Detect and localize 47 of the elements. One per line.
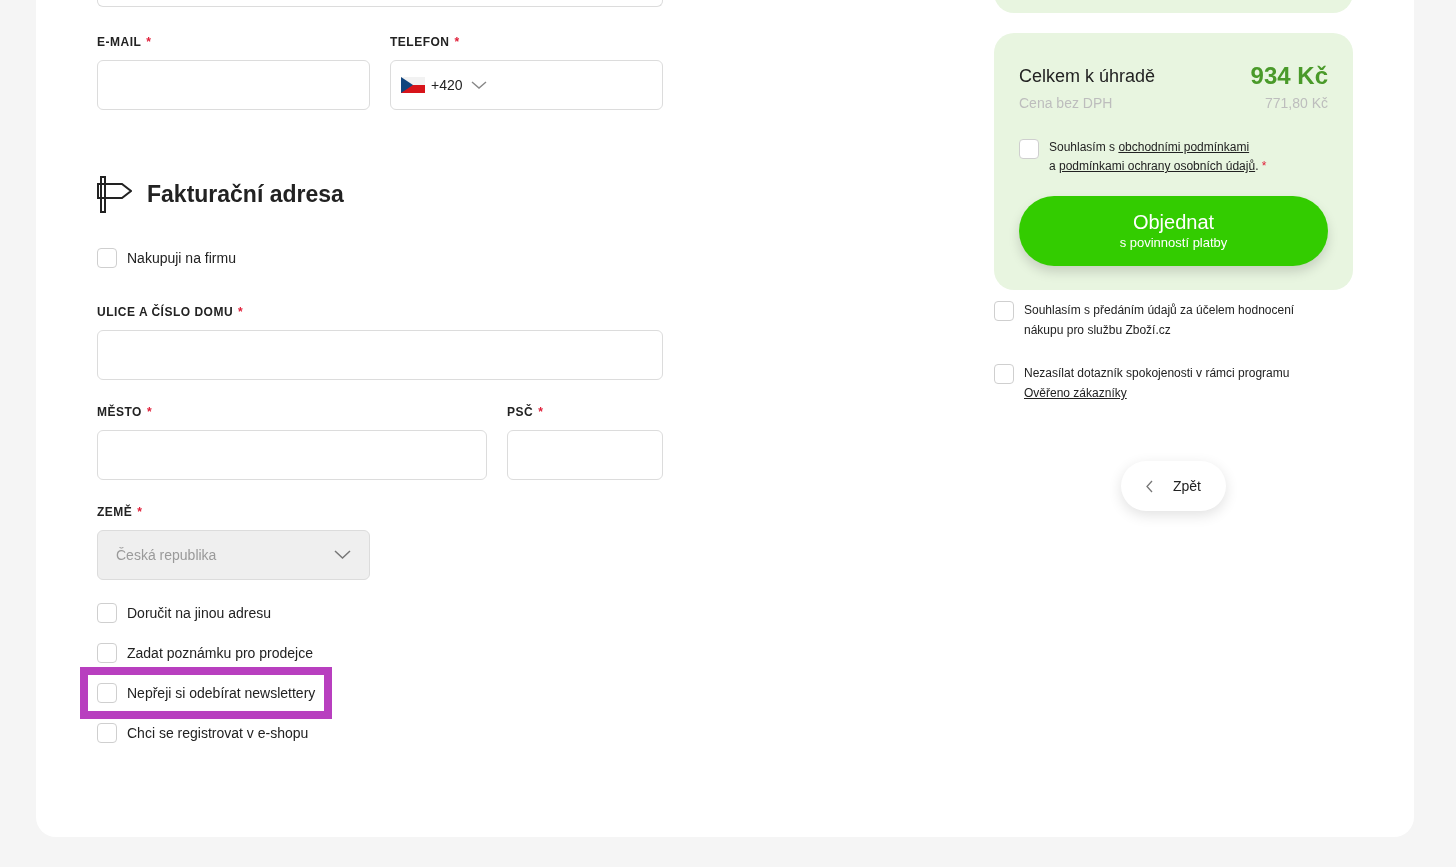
phone-prefix: +420 bbox=[431, 75, 463, 95]
input-field[interactable] bbox=[97, 430, 487, 480]
total-label: Celkem k úhradě bbox=[1019, 64, 1156, 88]
czech-flag-icon bbox=[401, 77, 425, 93]
net-price: 771,80 Kč bbox=[1264, 93, 1328, 113]
checkbox[interactable] bbox=[97, 603, 117, 623]
consent-text: Souhlasím s obchodními podmínkami a podmínkami ochrany osobních údajů. * bbox=[1049, 139, 1267, 175]
checkbox-label: Nepřeji si odebírat newslettery bbox=[127, 683, 316, 703]
checkbox-label: Zadat poznámku pro prodejce bbox=[127, 643, 313, 663]
field-label: ULICE A ČÍSLO DOMU bbox=[97, 303, 234, 321]
checkbox-label: Doručit na jinou adresu bbox=[127, 603, 271, 623]
required-mark: * bbox=[146, 34, 151, 51]
back-button[interactable]: Zpět bbox=[1121, 461, 1226, 511]
total-price: 934 Kč bbox=[1250, 61, 1328, 91]
checkbox[interactable] bbox=[97, 643, 117, 663]
input-field[interactable] bbox=[97, 330, 663, 380]
consent-text: Nezasílat dotazník spokojenosti v rámci programu Ověřeno zákazníky bbox=[1024, 365, 1291, 402]
checkbox[interactable] bbox=[97, 723, 117, 743]
field-label: E-MAIL bbox=[97, 34, 142, 51]
link[interactable]: obchodními podmínkami bbox=[1118, 140, 1250, 154]
required-mark: * bbox=[238, 304, 243, 321]
checkbox[interactable] bbox=[1019, 139, 1039, 159]
required-mark: * bbox=[137, 504, 142, 521]
section-heading: Fakturační adresa bbox=[147, 179, 344, 209]
checkbox-label: Nakupuji na firmu bbox=[127, 248, 236, 268]
field-label: ZEMĚ bbox=[97, 503, 133, 521]
consent-text: Souhlasím s předáním údajů za účelem hodnocení nákupu pro službu Zboží.cz bbox=[1024, 302, 1296, 339]
signpost-icon bbox=[97, 175, 132, 213]
field-label: PSČ bbox=[507, 403, 534, 421]
checkbox[interactable] bbox=[994, 301, 1014, 321]
net-label: Cena bez DPH bbox=[1019, 93, 1113, 113]
input-field[interactable] bbox=[507, 430, 663, 480]
checkbox[interactable] bbox=[97, 683, 117, 703]
field-label: MĚSTO bbox=[97, 403, 142, 421]
checkbox[interactable] bbox=[994, 364, 1014, 384]
link[interactable]: Ověřeno zákazníky bbox=[1024, 386, 1127, 400]
required-mark: * bbox=[454, 34, 460, 51]
chevron-left-icon bbox=[1146, 479, 1153, 493]
input-field[interactable] bbox=[97, 60, 370, 110]
field-label: TELEFON bbox=[390, 34, 450, 51]
required-mark: * bbox=[146, 404, 152, 421]
chevron-down-icon bbox=[334, 550, 351, 560]
required-mark: * bbox=[538, 404, 543, 421]
checkbox[interactable] bbox=[97, 248, 117, 268]
checkbox-label: Chci se registrovat v e-shopu bbox=[127, 723, 309, 743]
phone-field[interactable]: +420 bbox=[390, 60, 663, 110]
chevron-down-icon bbox=[470, 80, 487, 90]
